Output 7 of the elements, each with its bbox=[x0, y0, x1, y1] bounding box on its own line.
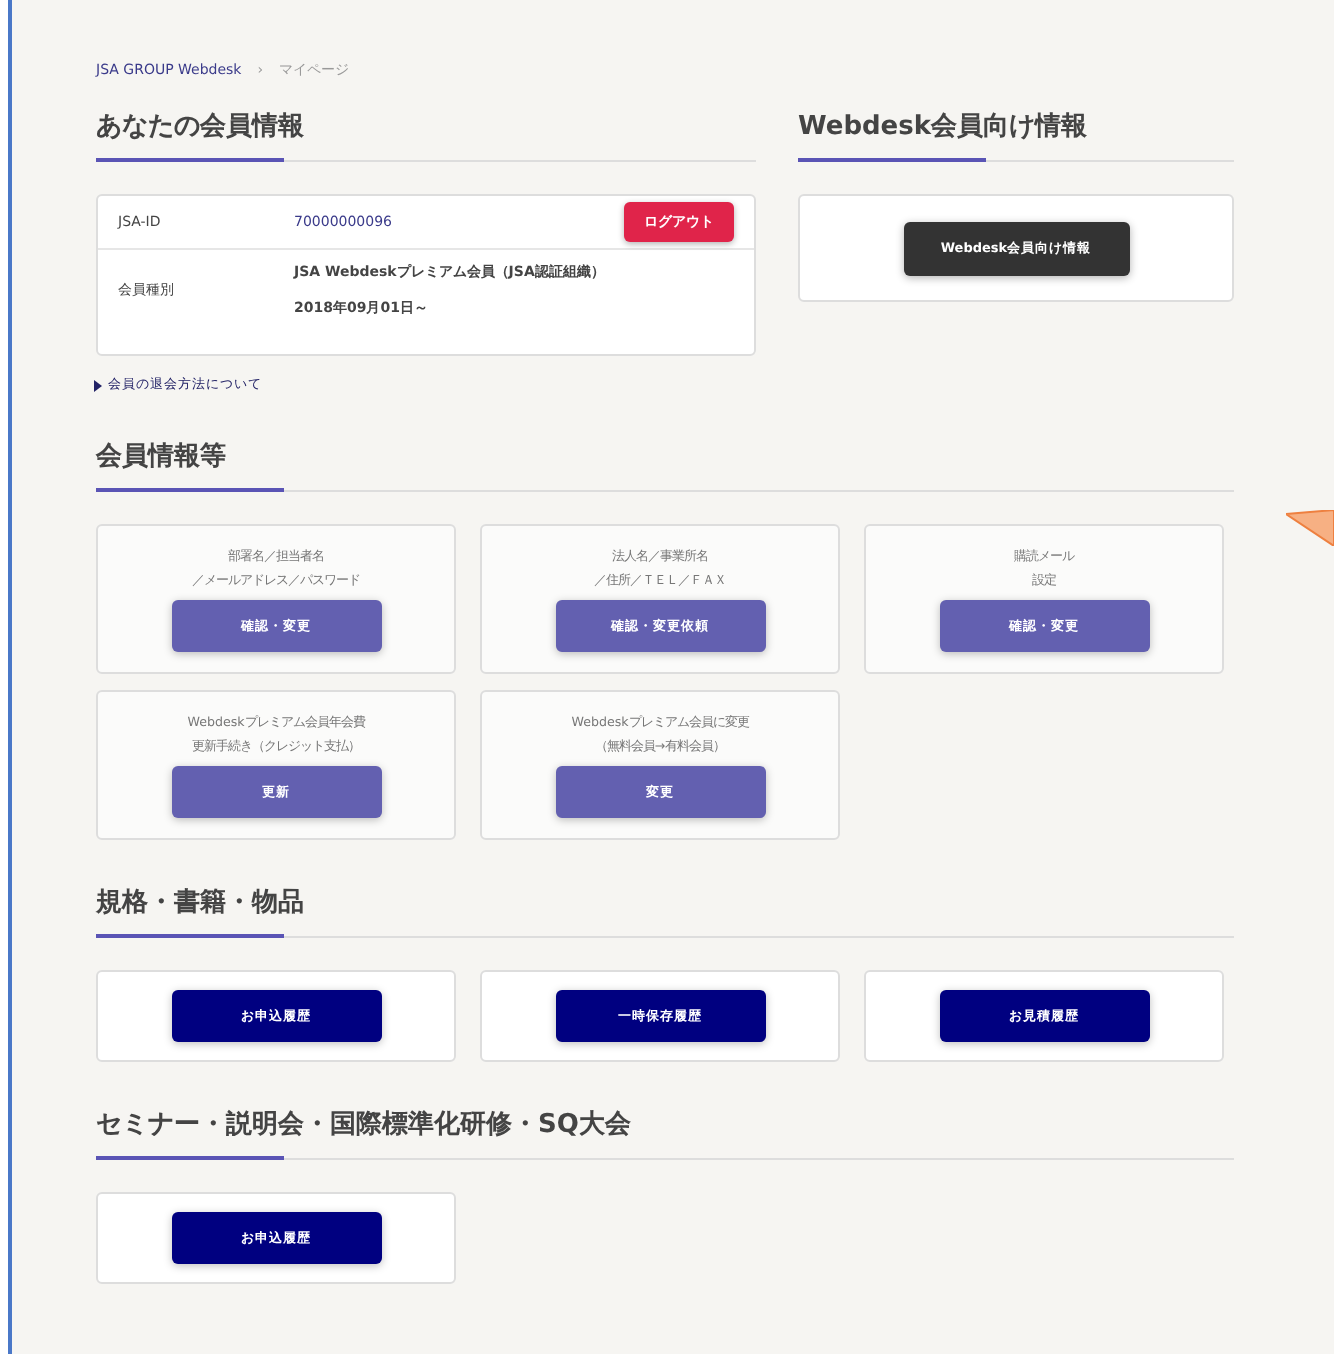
section-heading: Webdesk会員向け情報 bbox=[798, 108, 1234, 162]
callout-pointer-icon bbox=[1286, 510, 1334, 546]
section-heading: あなたの会員情報 bbox=[96, 108, 756, 162]
caret-icon bbox=[94, 379, 102, 391]
section-heading: 規格・書籍・物品 bbox=[96, 884, 1234, 938]
section-heading: セミナー・説明会・国際標準化研修・SQ大会 bbox=[96, 1106, 1234, 1160]
section-heading: 会員情報等 bbox=[96, 438, 1234, 492]
